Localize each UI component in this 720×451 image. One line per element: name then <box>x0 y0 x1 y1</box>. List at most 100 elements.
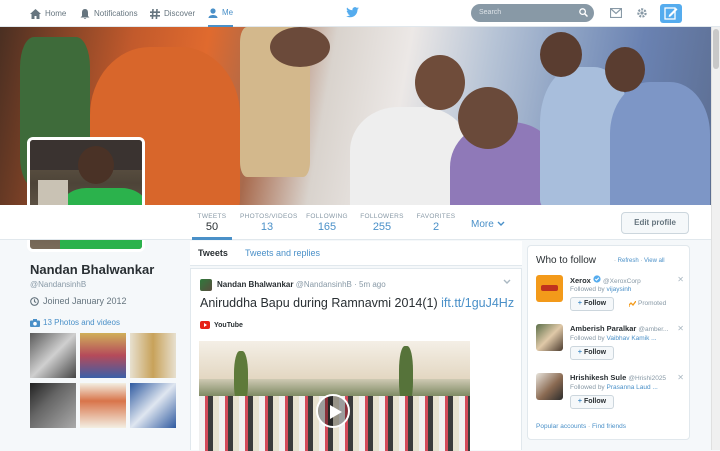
photos-videos-label: 13 Photos and videos <box>43 318 120 327</box>
stat-photos-videos[interactable]: PHOTOS/VIDEOS 13 <box>240 213 297 233</box>
compose-tweet-button[interactable] <box>660 4 682 23</box>
edit-profile-button[interactable]: Edit profile <box>621 212 689 234</box>
stat-followers-value: 255 <box>372 221 392 233</box>
who-to-follow-module: Who to follow · Refresh · View all Xerox… <box>527 245 690 440</box>
tweet-separator: · <box>354 280 357 289</box>
stat-tweets-label: TWEETS <box>197 213 227 220</box>
media-thumbnail[interactable] <box>30 333 76 378</box>
tweet-header: Nandan Bhalwankar @NandansinhB · 5m ago <box>217 280 386 289</box>
suggestion-avatar[interactable] <box>536 373 563 400</box>
media-source: YouTube <box>200 321 243 329</box>
who-to-follow-title: Who to follow <box>536 255 597 266</box>
dismiss-icon[interactable]: ✕ <box>677 324 684 333</box>
nav-me[interactable]: Me <box>208 0 234 27</box>
stat-photos-videos-value: 13 <box>260 221 274 233</box>
stat-favorites-value: 2 <box>432 221 440 233</box>
followed-by: Followed by vijaysinh <box>570 286 632 293</box>
video-player[interactable] <box>199 341 470 451</box>
suggestion-avatar[interactable] <box>536 275 563 302</box>
nav-home[interactable]: Home <box>30 0 66 27</box>
nav-discover[interactable]: Discover <box>150 0 195 27</box>
stat-followers[interactable]: FOLLOWERS 255 <box>360 213 404 233</box>
person-icon <box>208 7 218 18</box>
followed-by: Followed by Vaibhav Kamik ... <box>570 335 657 342</box>
messages-icon[interactable] <box>610 8 622 18</box>
tweet-body: Aniruddha Bapu during Ramnavmi 2014(1) <box>200 296 438 310</box>
dismiss-icon[interactable]: ✕ <box>677 275 684 284</box>
chevron-down-icon[interactable] <box>503 279 511 285</box>
top-navigation-bar: Home Notifications Discover Me Search <box>0 0 720 27</box>
joined-date: Joined January 2012 <box>30 296 127 306</box>
tab-tweets-and-replies[interactable]: Tweets and replies <box>245 248 320 258</box>
page-scrollbar[interactable] <box>711 27 720 450</box>
stat-favorites[interactable]: FAVORITES 2 <box>414 213 458 233</box>
stat-tweets[interactable]: TWEETS 50 <box>192 213 232 240</box>
hashtag-icon <box>150 8 160 19</box>
stat-following-label: FOLLOWING <box>306 213 348 220</box>
tweet-author-name[interactable]: Nandan Bhalwankar <box>217 280 293 289</box>
follow-button[interactable]: + Follow <box>570 395 614 409</box>
tweet-card[interactable]: Nandan Bhalwankar @NandansinhB · 5m ago … <box>190 268 522 451</box>
stat-following-value: 165 <box>317 221 337 233</box>
media-thumbnail[interactable] <box>80 333 126 378</box>
suggestion-item: Xerox @XeroxCorp Followed by vijaysinh +… <box>536 275 684 317</box>
who-to-follow-links: · Refresh · View all <box>614 258 665 264</box>
profile-handle[interactable]: @NandansinhB <box>30 280 86 289</box>
suggestion-avatar[interactable] <box>536 324 563 351</box>
camera-icon <box>30 318 40 327</box>
more-dropdown[interactable]: More <box>471 219 505 230</box>
nav-notifications[interactable]: Notifications <box>80 0 138 27</box>
search-input[interactable]: Search <box>471 4 594 22</box>
media-thumbnail[interactable] <box>30 383 76 428</box>
stat-following[interactable]: FOLLOWING 165 <box>305 213 349 233</box>
tweet-author-handle[interactable]: @NandansinhB <box>296 280 352 289</box>
play-icon[interactable] <box>316 394 350 428</box>
verified-icon <box>593 275 601 283</box>
nav-discover-label: Discover <box>164 9 196 18</box>
nav-notifications-label: Notifications <box>94 9 138 18</box>
suggestion-name[interactable]: Xerox @XeroxCorp <box>570 275 641 285</box>
follow-button[interactable]: + Follow <box>570 297 614 311</box>
clock-icon <box>30 296 39 306</box>
media-source-label: YouTube <box>214 321 243 329</box>
followed-by: Followed by Prasanna Laud ... <box>570 384 658 391</box>
photos-videos-link[interactable]: 13 Photos and videos <box>30 318 120 327</box>
dismiss-icon[interactable]: ✕ <box>677 373 684 382</box>
scrollbar-thumb[interactable] <box>713 29 719 69</box>
tweet-link[interactable]: ift.tt/1guJ4Hz <box>441 296 514 310</box>
suggestion-name[interactable]: Amberish Paralkar @amber... <box>570 324 668 333</box>
search-icon[interactable] <box>579 8 588 17</box>
tweet-timestamp[interactable]: 5m ago <box>359 280 386 289</box>
chevron-down-icon <box>497 221 505 226</box>
twitter-bird-logo[interactable] <box>346 7 359 18</box>
compose-icon <box>664 7 678 20</box>
suggestion-name[interactable]: Hrishikesh Sule @Hrishi2025 <box>570 373 666 382</box>
follow-plus-icon: + <box>577 349 582 356</box>
popular-accounts-link[interactable]: Popular accounts <box>536 423 586 430</box>
stat-favorites-label: FAVORITES <box>416 213 456 220</box>
view-all-link[interactable]: View all <box>644 258 665 264</box>
bell-icon <box>80 8 90 19</box>
media-thumbnail[interactable] <box>130 383 176 428</box>
gear-icon[interactable] <box>636 7 648 19</box>
youtube-icon <box>200 321 210 329</box>
profile-name: Nandan Bhalwankar <box>30 262 155 277</box>
who-to-follow-footer: Popular accounts · Find friends <box>536 423 626 430</box>
find-friends-link[interactable]: Find friends <box>592 423 626 430</box>
profile-navigation: TWEETS 50 PHOTOS/VIDEOS 13 FOLLOWING 165… <box>0 205 720 240</box>
tweet-author-avatar[interactable] <box>200 279 212 291</box>
nav-home-label: Home <box>45 9 67 18</box>
tab-tweets[interactable]: Tweets <box>198 248 228 258</box>
follow-button[interactable]: + Follow <box>570 346 614 360</box>
tweet-text: Aniruddha Bapu during Ramnavmi 2014(1) i… <box>200 296 514 310</box>
nav-me-label: Me <box>222 8 234 17</box>
suggestion-item: Amberish Paralkar @amber... Followed by … <box>536 324 684 366</box>
media-thumbnail[interactable] <box>130 333 176 378</box>
refresh-link[interactable]: Refresh <box>618 258 639 264</box>
search-placeholder: Search <box>479 9 502 16</box>
suggestion-item: Hrishikesh Sule @Hrishi2025 Followed by … <box>536 373 684 415</box>
stat-followers-label: FOLLOWERS <box>360 213 404 220</box>
promoted-icon <box>629 300 636 307</box>
tweets-tabs: Tweets Tweets and replies <box>190 241 522 266</box>
media-thumbnail[interactable] <box>80 383 126 428</box>
